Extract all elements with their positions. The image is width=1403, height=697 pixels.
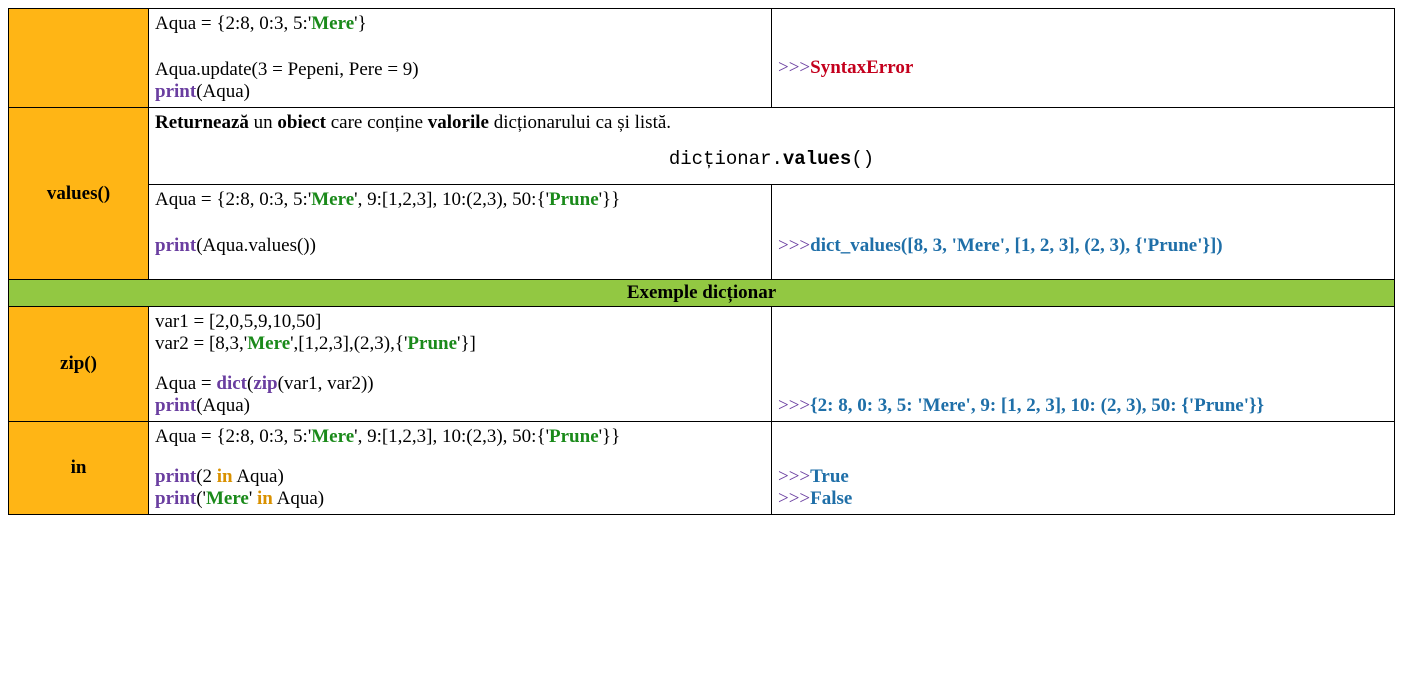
method-cell-in: in xyxy=(9,422,149,515)
output-cell: >>>{2: 8, 0: 3, 5: 'Mere', 9: [1, 2, 3],… xyxy=(772,307,1395,422)
code-line: Aqua.update(3 = Pepeni, Pere = 9) xyxy=(155,59,419,80)
code-cell: Aqua = {2:8, 0:3, 5:'Mere'} Aqua.update(… xyxy=(149,9,772,108)
code-line: print(Aqua) xyxy=(155,81,250,102)
code-line: print(2 in Aqua) xyxy=(155,466,284,487)
section-header: Exemple dicționar xyxy=(9,280,1395,307)
table-row: Aqua = {2:8, 0:3, 5:'Mere'} Aqua.update(… xyxy=(9,9,1395,108)
code-line: Aqua = {2:8, 0:3, 5:'Mere', 9:[1,2,3], 1… xyxy=(155,426,620,447)
description-cell: Returnează un obiect care conține valori… xyxy=(149,108,1395,185)
method-cell-zip: zip() xyxy=(9,307,149,422)
code-line: Aqua = {2:8, 0:3, 5:'Mere', 9:[1,2,3], 1… xyxy=(155,189,620,210)
python-dict-reference-table: Aqua = {2:8, 0:3, 5:'Mere'} Aqua.update(… xyxy=(8,8,1395,515)
table-row: in Aqua = {2:8, 0:3, 5:'Mere', 9:[1,2,3]… xyxy=(9,422,1395,515)
output-cell: >>>True >>>False xyxy=(772,422,1395,515)
code-cell: Aqua = {2:8, 0:3, 5:'Mere', 9:[1,2,3], 1… xyxy=(149,185,772,280)
method-cell-values: values() xyxy=(9,108,149,280)
code-line: print(Aqua) xyxy=(155,395,250,416)
method-description: Returnează un obiect care conține valori… xyxy=(155,112,1388,134)
method-cell-empty xyxy=(9,9,149,108)
code-line: var2 = [8,3,'Mere',[1,2,3],(2,3),{'Prune… xyxy=(155,333,476,354)
code-line: Aqua = dict(zip(var1, var2)) xyxy=(155,373,374,394)
code-cell: Aqua = {2:8, 0:3, 5:'Mere', 9:[1,2,3], 1… xyxy=(149,422,772,515)
code-line: print(Aqua.values()) xyxy=(155,235,316,256)
output-line: >>>True xyxy=(778,466,849,487)
output-line: >>>dict_values([8, 3, 'Mere', [1, 2, 3],… xyxy=(778,235,1223,256)
code-line: Aqua = {2:8, 0:3, 5:'Mere'} xyxy=(155,13,367,34)
code-line: var1 = [2,0,5,9,10,50] xyxy=(155,311,321,332)
code-cell: var1 = [2,0,5,9,10,50] var2 = [8,3,'Mere… xyxy=(149,307,772,422)
output-line: >>>{2: 8, 0: 3, 5: 'Mere', 9: [1, 2, 3],… xyxy=(778,395,1264,416)
code-line: print('Mere' in Aqua) xyxy=(155,488,324,509)
output-line: >>>SyntaxError xyxy=(778,57,913,78)
output-cell: >>>SyntaxError xyxy=(772,9,1395,108)
table-row: Aqua = {2:8, 0:3, 5:'Mere', 9:[1,2,3], 1… xyxy=(9,185,1395,280)
section-header-row: Exemple dicționar xyxy=(9,280,1395,307)
output-cell: >>>dict_values([8, 3, 'Mere', [1, 2, 3],… xyxy=(772,185,1395,280)
output-line: >>>False xyxy=(778,488,852,509)
table-row: zip() var1 = [2,0,5,9,10,50] var2 = [8,3… xyxy=(9,307,1395,422)
table-row: values() Returnează un obiect care conți… xyxy=(9,108,1395,185)
syntax-line: dicționar.values() xyxy=(155,148,1388,170)
